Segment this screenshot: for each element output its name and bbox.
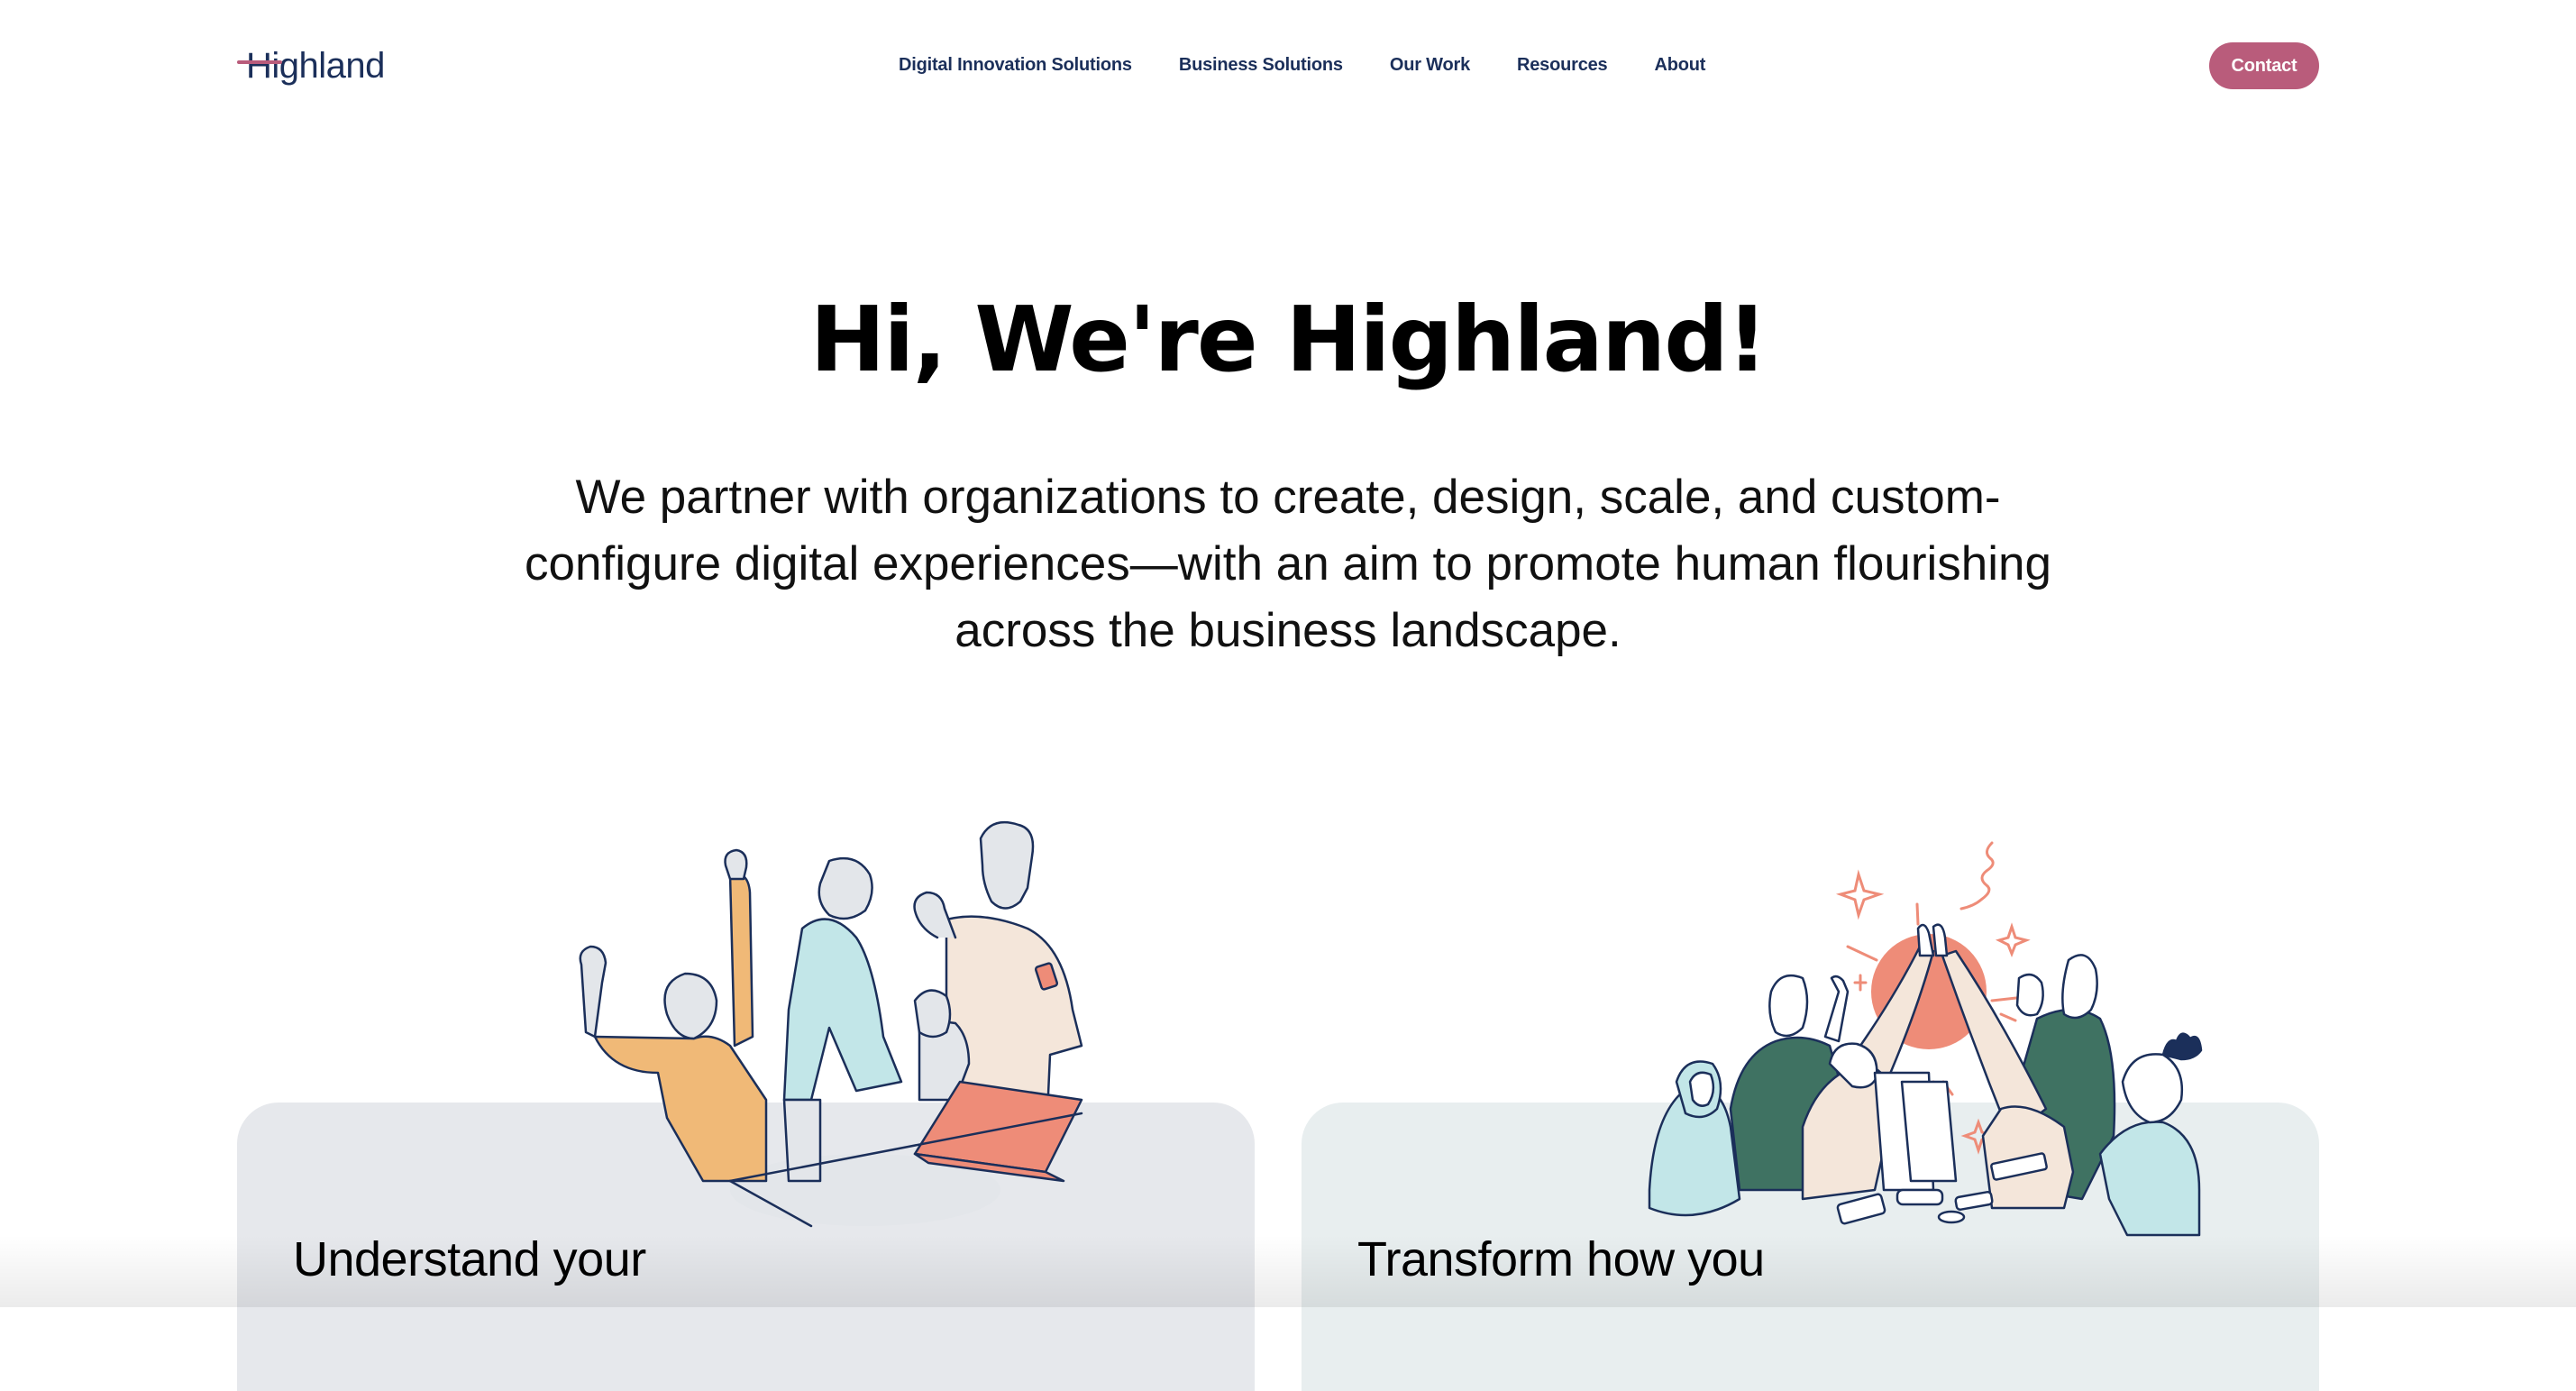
nav-resources[interactable]: Resources <box>1517 52 1608 78</box>
nav-business-solutions[interactable]: Business Solutions <box>1179 52 1343 78</box>
nav-about[interactable]: About <box>1654 52 1705 78</box>
team-celebrating-illustration <box>559 802 1172 1235</box>
team-high-five-image <box>1648 841 2203 1237</box>
team-celebrating-image <box>579 820 1083 1228</box>
hero-subtitle: We partner with organizations to create,… <box>525 471 2051 657</box>
highland-logo-icon: Highland <box>237 46 385 86</box>
team-high-five-illustration <box>1622 811 2235 1244</box>
site-header: Highland Digital Innovation Solutions Bu… <box>0 0 2576 131</box>
nav-digital-innovation-solutions[interactable]: Digital Innovation Solutions <box>899 52 1132 78</box>
svg-text:Highland: Highland <box>246 46 385 86</box>
card-heading: Understand your <box>293 1232 646 1286</box>
main-nav: Digital Innovation Solutions Business So… <box>899 52 1705 78</box>
contact-button[interactable]: Contact <box>2209 42 2319 89</box>
hero-title: Hi, We're Highland! <box>809 287 1768 392</box>
highland-logo[interactable]: Highland <box>237 40 405 90</box>
nav-our-work[interactable]: Our Work <box>1390 52 1470 78</box>
